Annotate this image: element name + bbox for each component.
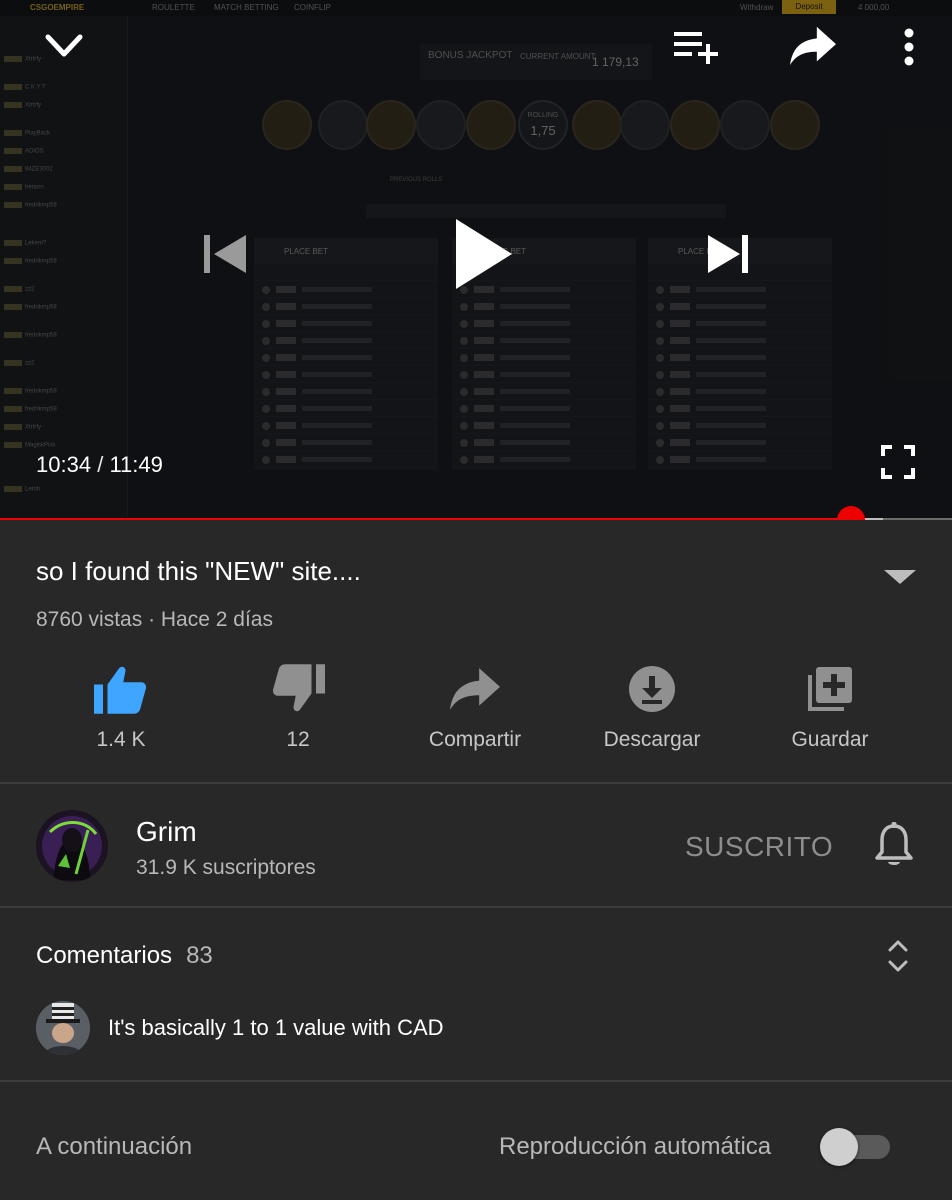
share-icon[interactable] (788, 24, 838, 68)
autoplay-toggle-knob (820, 1128, 858, 1166)
share-button[interactable]: Compartir (386, 660, 564, 770)
previous-video-icon (198, 228, 250, 280)
divider (0, 1080, 952, 1082)
download-label: Descargar (603, 728, 701, 751)
notification-bell-icon[interactable] (874, 822, 922, 872)
download-icon (629, 666, 675, 712)
time-separator: / (97, 452, 104, 477)
share-icon (450, 668, 500, 710)
download-button[interactable]: Descargar (563, 660, 741, 770)
add-to-queue-icon[interactable] (670, 26, 722, 66)
play-icon[interactable] (448, 212, 518, 296)
save-to-playlist-button[interactable]: Guardar (741, 660, 919, 770)
video-player[interactable]: CSGOEMPIRE ROULETTE MATCH BETTING COINFL… (0, 0, 952, 520)
current-time: 10:34 (36, 452, 92, 477)
expand-description-chevron-icon[interactable] (880, 560, 920, 590)
fullscreen-icon[interactable] (878, 442, 918, 482)
expand-comments-icon[interactable] (882, 934, 914, 978)
dislike-button[interactable]: 12 (209, 660, 387, 770)
dislike-count: 12 (286, 728, 310, 751)
up-next-label: A continuación (36, 1133, 193, 1160)
thumbs-up-icon (94, 666, 147, 714)
save-label: Guardar (791, 728, 869, 751)
like-button[interactable]: 1.4 K (32, 660, 210, 770)
share-label: Compartir (428, 728, 522, 751)
more-options-icon[interactable] (896, 24, 922, 70)
subscriber-count: 31.9 K suscriptores (136, 856, 316, 879)
video-title[interactable]: so I found this "NEW" site.... (36, 556, 361, 587)
comments-header[interactable]: Comentarios 83 (36, 942, 213, 970)
divider (0, 906, 952, 908)
duration: 11:49 (109, 452, 163, 477)
action-bar: 1.4 K 12 Compartir Descargar Guardar (0, 660, 952, 770)
commenter-avatar[interactable] (36, 1001, 90, 1055)
like-count: 1.4 K (96, 728, 146, 751)
video-meta: 8760 vistas · Hace 2 días (36, 608, 273, 631)
top-comment-text[interactable]: It's basically 1 to 1 value with CAD (108, 1015, 444, 1041)
thumbs-down-icon (272, 664, 325, 712)
subscribed-button[interactable]: SUSCRITO (685, 831, 833, 863)
autoplay-label: Reproducción automática (499, 1133, 772, 1160)
next-video-icon[interactable] (702, 228, 754, 280)
channel-name[interactable]: Grim (136, 816, 197, 848)
comments-title: Comentarios (36, 942, 173, 969)
divider (0, 782, 952, 784)
autoplay-toggle[interactable] (820, 1128, 892, 1166)
progress-played (0, 518, 852, 520)
time-display: 10:34 / 11:49 (36, 452, 163, 478)
comments-count: 83 (186, 942, 213, 969)
minimize-chevron-down-icon[interactable] (40, 26, 88, 66)
add-to-playlist-icon (808, 667, 852, 711)
channel-avatar[interactable] (36, 810, 108, 882)
progress-bar[interactable] (0, 506, 952, 520)
